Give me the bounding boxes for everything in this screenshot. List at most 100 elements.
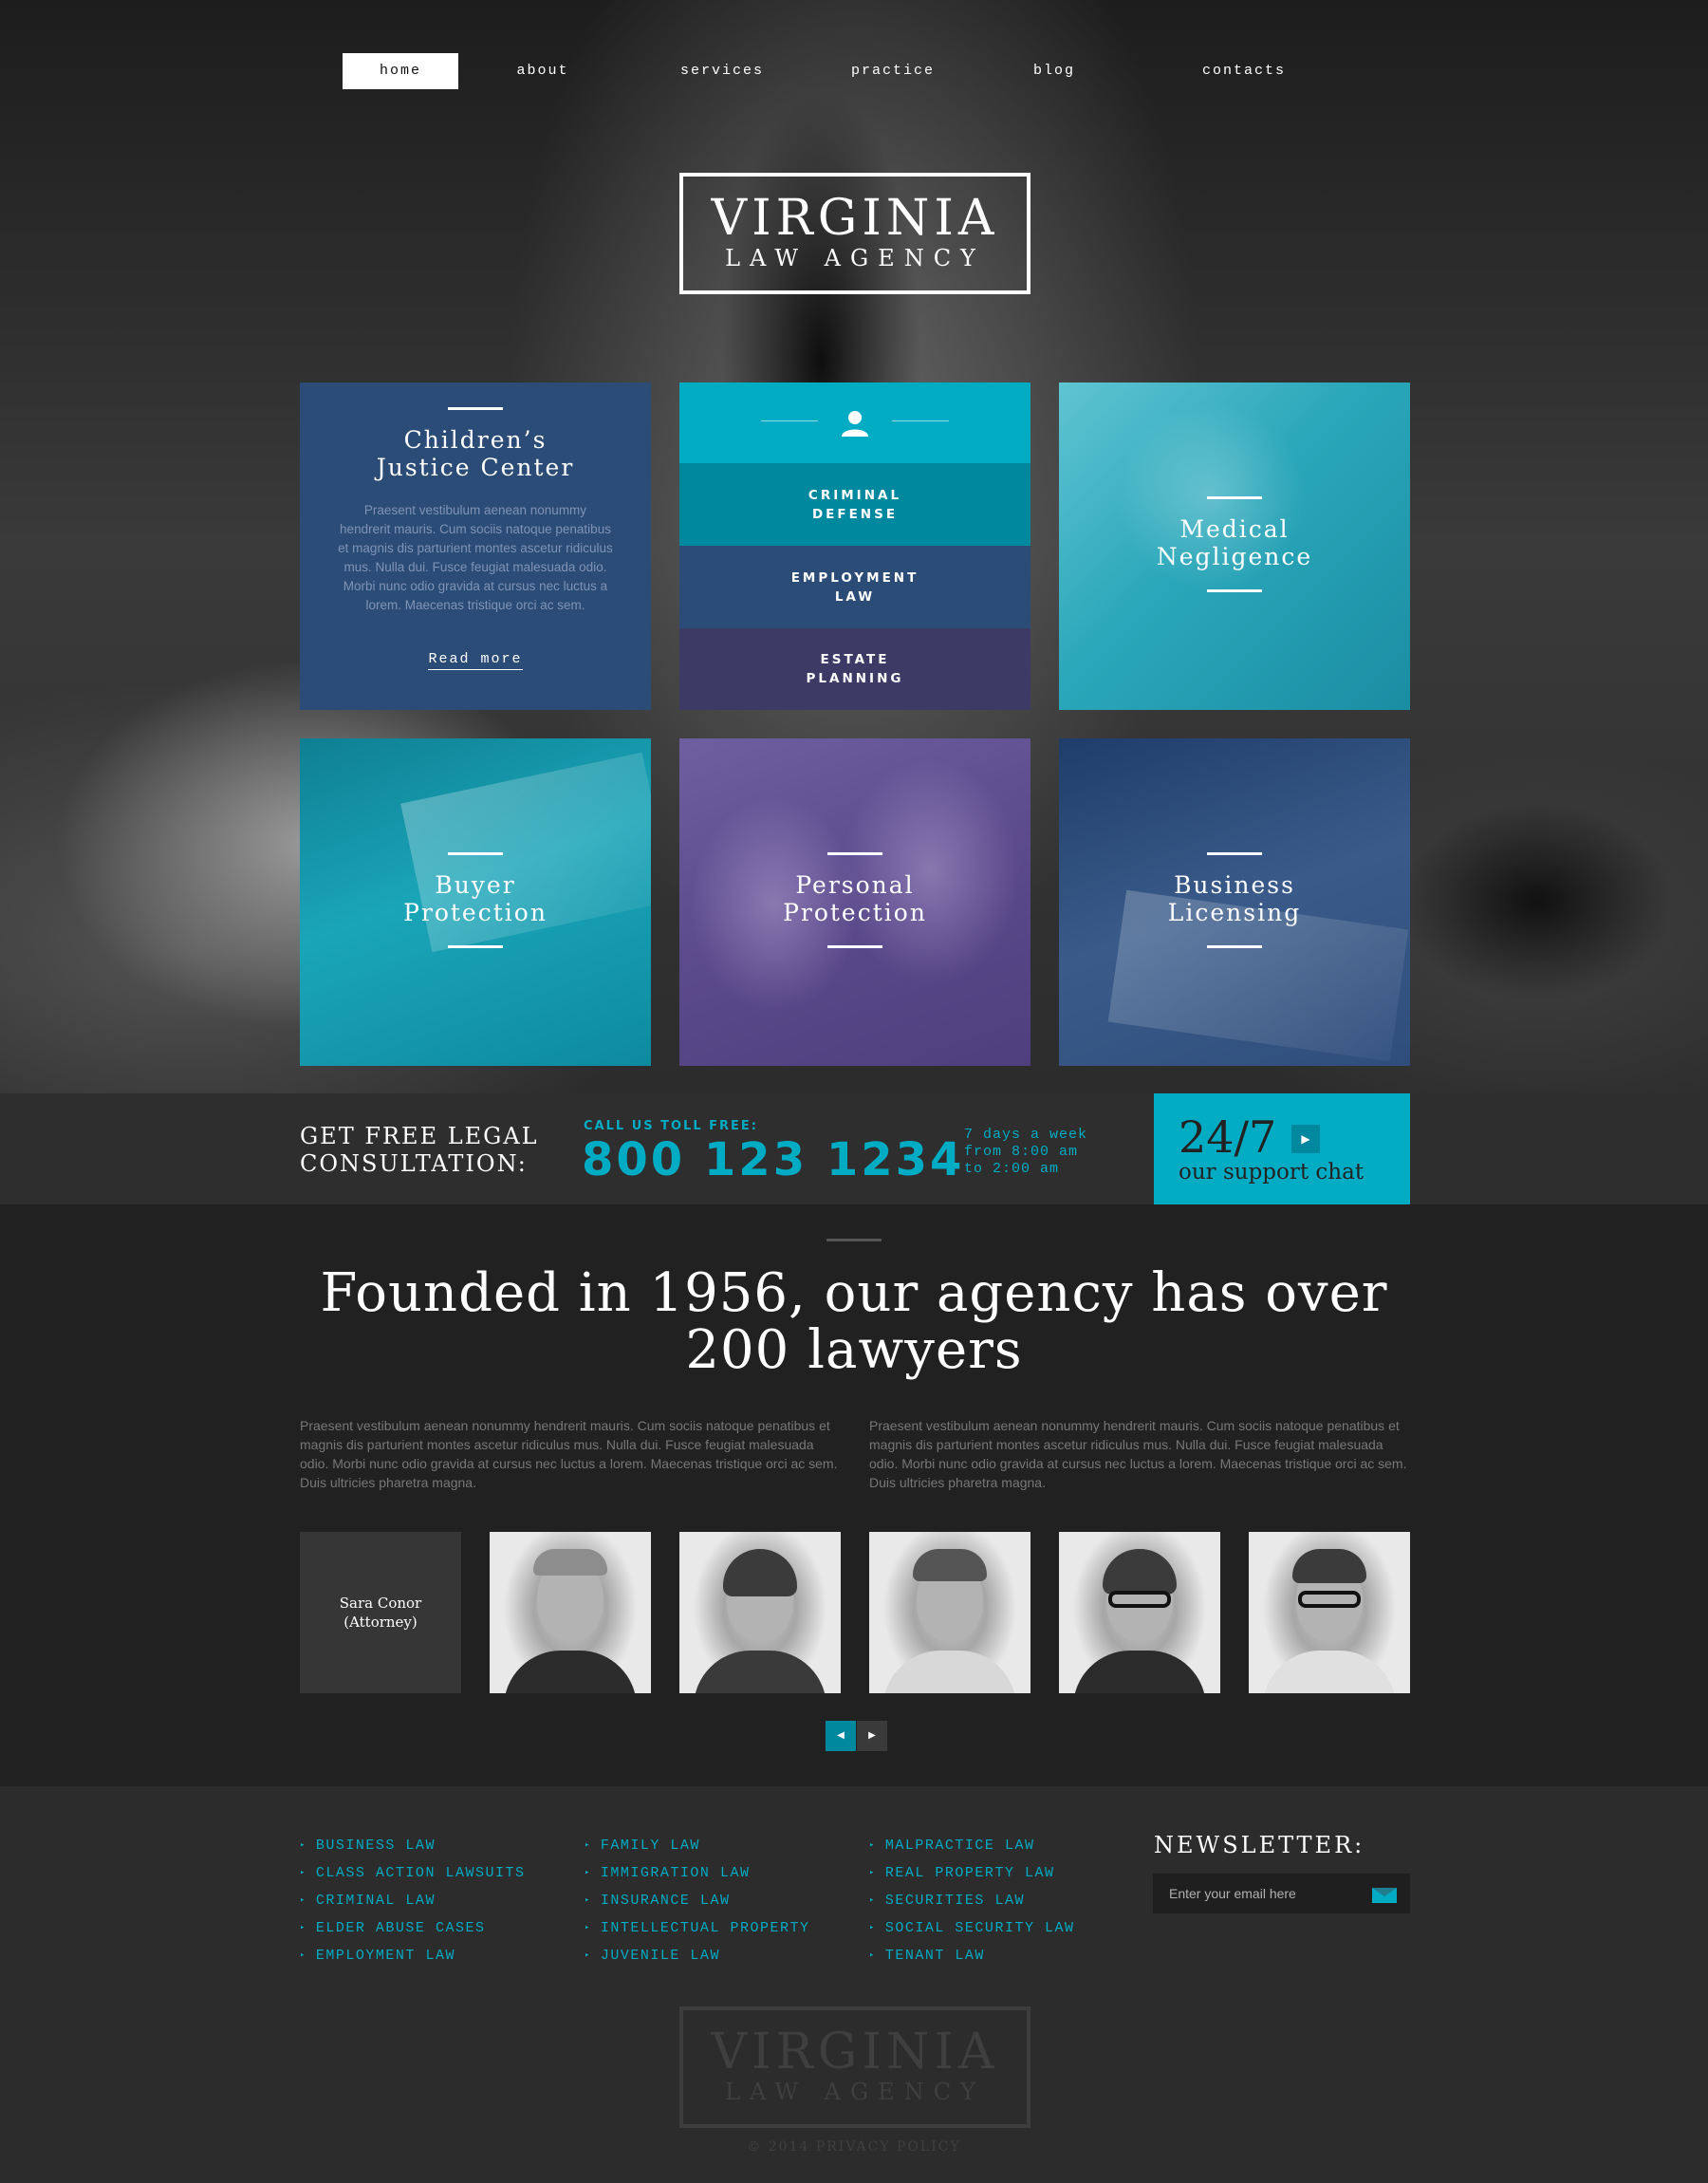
hero-section: home about services practice blog contac… [0, 0, 1708, 1093]
header-line-right [892, 420, 949, 421]
chevron-right-icon: ▶ [1291, 1125, 1320, 1153]
bullet-icon: ▸ [585, 1840, 591, 1850]
consultation-bar: GET FREE LEGAL CONSULTATION: CALL US TOL… [0, 1093, 1708, 1204]
footer-link[interactable]: ▸ INSURANCE LAW [585, 1887, 809, 1914]
practice-item-label: EMPLOYMENT LAW [790, 570, 919, 605]
tile-divider-top [1207, 496, 1262, 499]
footer-link[interactable]: ▸ FAMILY LAW [585, 1832, 809, 1859]
nav-about[interactable]: about [485, 53, 601, 89]
bullet-icon: ▸ [869, 1895, 876, 1905]
team-member-name: Sara Conor [339, 1595, 422, 1612]
footer-link[interactable]: ▸ CRIMINAL LAW [300, 1887, 525, 1914]
team-member-role: (Attorney) [343, 1614, 418, 1631]
footer-link[interactable]: ▸ INTELLECTUAL PROPERTY [585, 1914, 809, 1942]
tile-business-licensing[interactable]: Business Licensing [1059, 738, 1410, 1066]
newsletter-title: NEWSLETTER: [1154, 1832, 1365, 1858]
footer-links-col-2: ▸ FAMILY LAW ▸ IMMIGRATION LAW ▸ INSURANCE … [585, 1832, 809, 1969]
tile-divider-top [1207, 852, 1262, 855]
tile-title: Medical Negligence [1156, 515, 1313, 570]
about-text-right: Praesent vestibulum aenean nonummy hendr… [869, 1418, 1407, 1490]
practice-list-header [679, 382, 1030, 463]
user-icon [842, 411, 868, 437]
team-photo[interactable] [869, 1532, 1030, 1693]
tile-divider-top [827, 852, 882, 855]
photo-body [883, 1651, 1016, 1693]
footer-logo-title: VIRGINIA [711, 2024, 999, 2080]
team-photo[interactable] [1059, 1532, 1220, 1693]
header-line-left [761, 420, 818, 421]
footer-logo[interactable]: VIRGINIA LAW AGENCY [679, 2006, 1030, 2128]
bullet-icon: ▸ [585, 1895, 591, 1905]
support-chat-button[interactable]: 24/7 ▶ our support chat [1154, 1093, 1410, 1204]
tile-practice-list: CRIMINAL DEFENSE EMPLOYMENT LAW ESTATE P… [679, 382, 1030, 710]
team-member-card[interactable]: Sara Conor (Attorney) [300, 1532, 461, 1693]
envelope-icon[interactable] [1372, 1888, 1397, 1903]
footer-link[interactable]: ▸ CLASS ACTION LAWSUITS [300, 1859, 525, 1887]
copyright-text[interactable]: © 2014 PRIVACY POLICY [0, 2139, 1708, 2155]
footer-link[interactable]: ▸ SOCIAL SECURITY LAW [869, 1914, 1074, 1942]
nav-contacts[interactable]: contacts [1178, 53, 1310, 89]
team-photo[interactable] [1249, 1532, 1410, 1693]
footer-links-col-3: ▸ MALPRACTICE LAW ▸ REAL PROPERTY LAW ▸ SEC… [869, 1832, 1074, 1969]
footer-link[interactable]: ▸ ELDER ABUSE CASES [300, 1914, 525, 1942]
bullet-icon: ▸ [869, 1923, 876, 1932]
footer-link[interactable]: ▸ BUSINESS LAW [300, 1832, 525, 1859]
nav-home[interactable]: home [343, 53, 458, 89]
tile-divider-bottom [448, 945, 503, 948]
footer-link[interactable]: ▸ TENANT LAW [869, 1942, 1074, 1969]
practice-item-criminal[interactable]: CRIMINAL DEFENSE [679, 463, 1030, 546]
about-section: Founded in 1956, our agency has over 200… [0, 1204, 1708, 1786]
footer-link[interactable]: ▸ MALPRACTICE LAW [869, 1832, 1074, 1859]
footer-link[interactable]: ▸ JUVENILE LAW [585, 1942, 809, 1969]
photo-body [694, 1651, 826, 1693]
read-more-link[interactable]: Read more [300, 651, 651, 670]
bullet-icon: ▸ [300, 1840, 306, 1850]
footer-links-col-1: ▸ BUSINESS LAW ▸ CLASS ACTION LAWSUITS ▸ CR… [300, 1832, 525, 1969]
practice-item-estate[interactable]: ESTATE PLANNING [679, 628, 1030, 710]
tile-medical-negligence[interactable]: Medical Negligence [1059, 382, 1410, 710]
logo-title: VIRGINIA [711, 190, 999, 247]
section-divider [826, 1239, 882, 1241]
bullet-icon: ▸ [869, 1868, 876, 1877]
bullet-icon: ▸ [869, 1840, 876, 1850]
team-photo[interactable] [679, 1532, 841, 1693]
photo-hair [913, 1549, 987, 1581]
nav-services[interactable]: services [656, 53, 789, 89]
tile-childrens-justice[interactable]: Children’s Justice Center Praesent vesti… [300, 382, 651, 710]
footer-link[interactable]: ▸ SECURITIES LAW [869, 1887, 1074, 1914]
footer-link[interactable]: ▸ EMPLOYMENT LAW [300, 1942, 525, 1969]
carousel-prev-button[interactable]: ◀ [826, 1721, 856, 1751]
tile-personal-protection[interactable]: Personal Protection [679, 738, 1030, 1066]
toll-free-label: CALL US TOLL FREE: [584, 1119, 759, 1133]
nav-practice[interactable]: practice [831, 53, 955, 89]
support-hours: 24/7 [1179, 1111, 1277, 1163]
main-nav: home about services practice blog contac… [343, 53, 1367, 89]
bullet-icon: ▸ [300, 1950, 306, 1960]
bullet-icon: ▸ [869, 1950, 876, 1960]
photo-glasses [1298, 1591, 1361, 1608]
bullet-icon: ▸ [585, 1923, 591, 1932]
gavel-silhouette [1376, 759, 1708, 1044]
carousel-next-button[interactable]: ▶ [857, 1721, 887, 1751]
bullet-icon: ▸ [585, 1868, 591, 1877]
tile-title: Children’s Justice Center [376, 426, 575, 481]
bullet-icon: ▸ [300, 1923, 306, 1932]
practice-item-employment[interactable]: EMPLOYMENT LAW [679, 546, 1030, 628]
team-photo[interactable] [490, 1532, 651, 1693]
tile-divider-bottom [1207, 945, 1262, 948]
tile-buyer-protection[interactable]: Buyer Protection [300, 738, 651, 1066]
photo-hair [1292, 1549, 1366, 1583]
tile-title: Buyer Protection [403, 871, 548, 926]
photo-hair [533, 1549, 607, 1576]
tile-title: Personal Protection [783, 871, 927, 926]
about-heading: Founded in 1956, our agency has over 200… [320, 1262, 1388, 1381]
photo-glasses [1108, 1591, 1171, 1608]
phone-number[interactable]: 800 123 1234 [582, 1133, 964, 1186]
logo-subtitle: LAW AGENCY [725, 245, 985, 271]
site-logo[interactable]: VIRGINIA LAW AGENCY [679, 173, 1030, 294]
nav-blog[interactable]: blog [1007, 53, 1102, 89]
footer-link[interactable]: ▸ IMMIGRATION LAW [585, 1859, 809, 1887]
tile-description: Praesent vestibulum aenean nonummy hendr… [338, 503, 613, 612]
bullet-icon: ▸ [300, 1868, 306, 1877]
footer-link[interactable]: ▸ REAL PROPERTY LAW [869, 1859, 1074, 1887]
